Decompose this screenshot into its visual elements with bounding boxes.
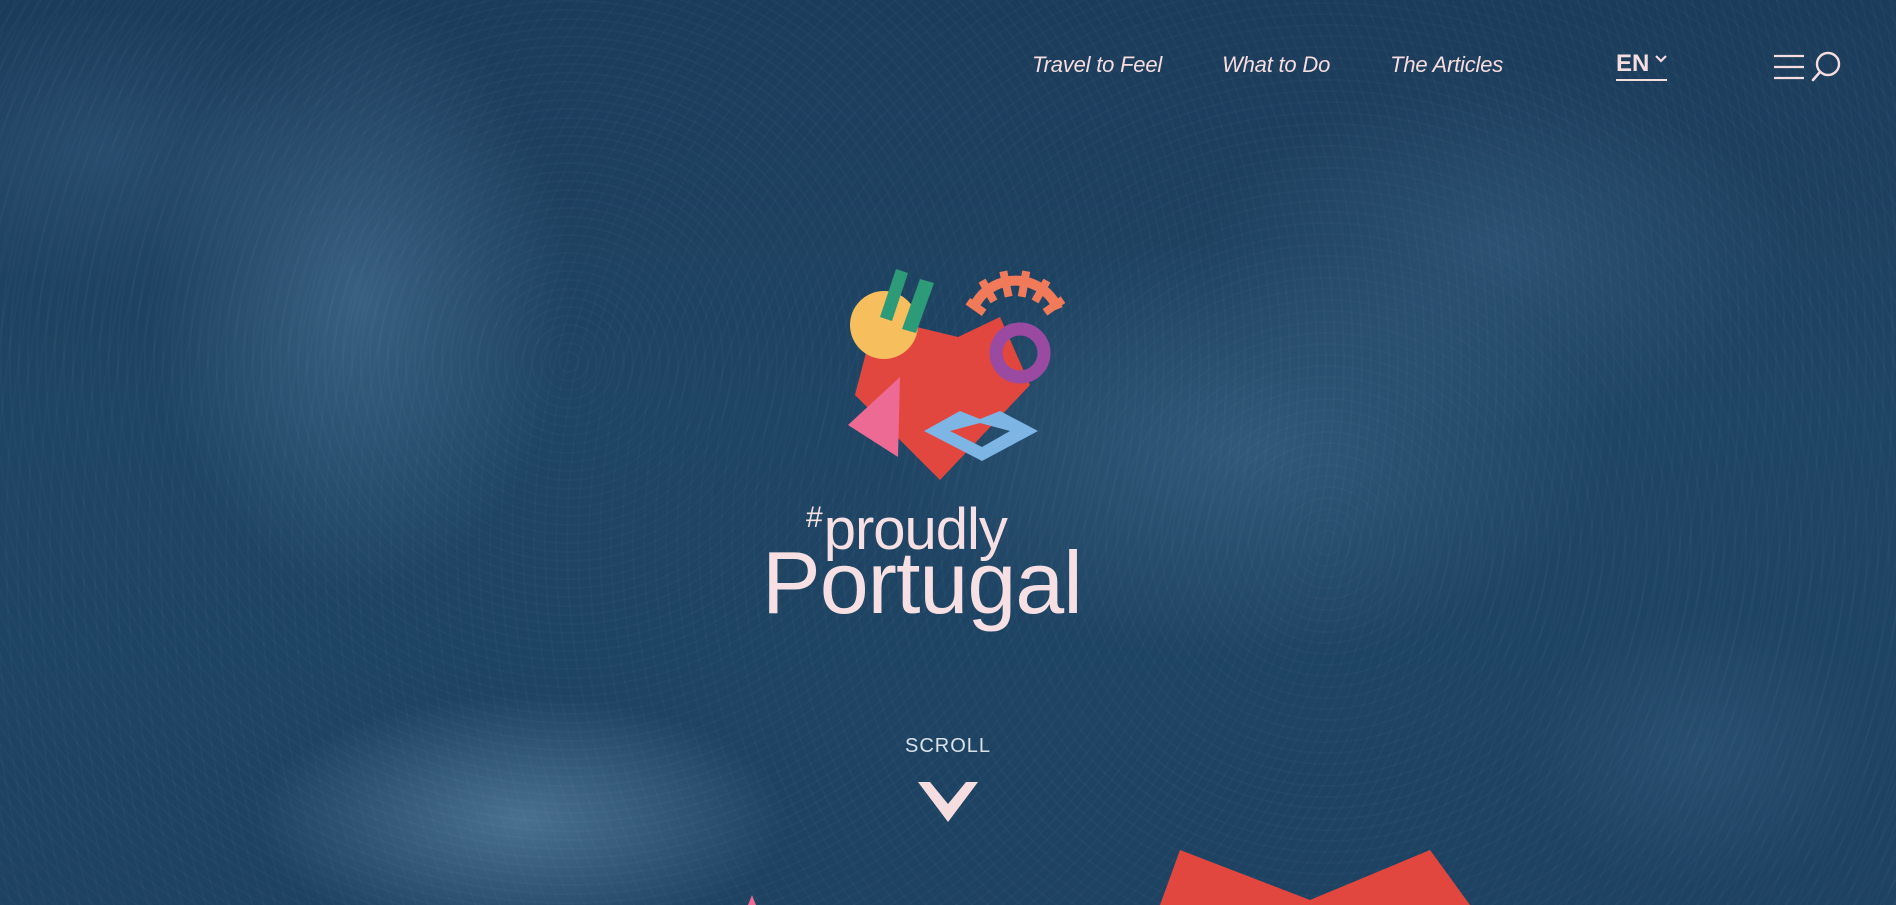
hero-section: Travel to Feel What to Do The Articles E… [0,0,1896,905]
scroll-chevron-down-icon[interactable] [916,778,980,826]
logo-eyelash-shape [965,270,1066,317]
hamburger-menu-icon[interactable] [1772,53,1806,81]
bottom-red-shape [1160,850,1470,905]
proudly-portugal-heart-logo [848,269,1066,480]
nav-item-the-articles[interactable]: The Articles [1390,52,1503,78]
nav-item-what-to-do[interactable]: What to Do [1222,52,1330,78]
language-code: EN [1616,50,1650,77]
search-icon[interactable] [1810,50,1844,84]
chevron-down-icon [1655,55,1668,63]
main-nav: Travel to Feel What to Do The Articles [1032,52,1503,78]
logo-wordmark: Portugal [762,533,1083,632]
nav-item-travel-to-feel[interactable]: Travel to Feel [1032,52,1162,78]
scroll-label[interactable]: SCROLL [905,735,991,758]
bottom-pink-tip [748,895,756,905]
logo-hash: # [806,501,823,534]
language-selector[interactable]: EN [1616,50,1668,81]
